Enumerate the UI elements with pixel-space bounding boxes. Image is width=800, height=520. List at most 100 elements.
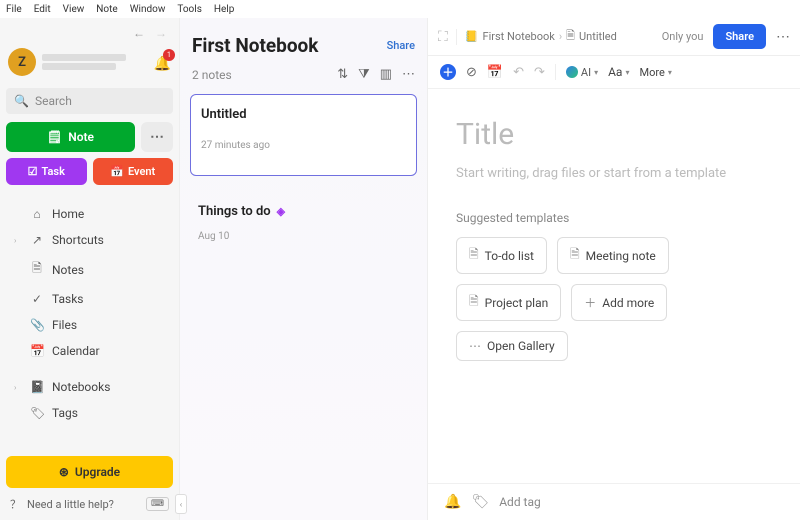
sidebar-item-tasks[interactable]: ✓ Tasks <box>6 286 173 312</box>
search-input[interactable]: 🔍 Search <box>6 88 173 114</box>
calendar-icon: 📅 <box>30 344 44 358</box>
notebook-icon: 📒 <box>465 30 479 43</box>
redo-icon[interactable]: ↷ <box>534 65 545 80</box>
notebook-icon: 📓 <box>30 380 44 394</box>
sidebar-item-label: Calendar <box>52 344 100 358</box>
note-list-item[interactable]: Things to do ◈ Aug 10 <box>188 192 419 254</box>
search-placeholder: Search <box>35 94 72 108</box>
reminder-icon[interactable]: 🔔 <box>444 494 461 510</box>
menu-file[interactable]: File <box>6 4 22 15</box>
note-list-panel: First Notebook Share 2 notes ⇅ ⧩ ▥ ⋯ Unt… <box>180 18 428 520</box>
chevron-down-icon: ▾ <box>668 68 672 77</box>
note-icon: 🗎 <box>566 27 575 46</box>
home-icon: ⌂ <box>30 207 44 221</box>
task-icon: ☑ <box>28 165 38 178</box>
template-meeting[interactable]: 🗎 Meeting note <box>557 237 669 274</box>
breadcrumb-notebook[interactable]: First Notebook <box>483 30 555 43</box>
note-item-title: Untitled <box>201 107 406 122</box>
menu-tools[interactable]: Tools <box>177 4 201 15</box>
share-notebook-link[interactable]: Share <box>387 39 415 52</box>
expand-icon[interactable]: ⛶ <box>438 29 448 45</box>
files-icon: 📎 <box>30 318 44 332</box>
tags-icon: 🏷 <box>30 406 44 420</box>
sidebar-item-label: Shortcuts <box>52 233 104 247</box>
nav-forward-icon: → <box>155 26 167 40</box>
filter-icon[interactable]: ⧩ <box>358 67 370 82</box>
tag-add-icon[interactable]: 🏷 <box>471 494 489 510</box>
sidebar-item-tags[interactable]: 🏷Tags <box>6 400 173 426</box>
more-label: More <box>639 66 664 79</box>
sidebar: ← → Z 🔔 1 🔍 Search 🗒 Note ⋯ ☑ Task 📅 Eve… <box>0 18 180 520</box>
toolbar-more-button[interactable]: More ▾ <box>639 66 671 79</box>
new-event-button[interactable]: 📅 Event <box>93 158 174 185</box>
sidebar-item-notes[interactable]: 🗎Notes <box>6 253 173 286</box>
new-note-button[interactable]: 🗒 Note <box>6 122 135 152</box>
avatar: Z <box>8 48 36 76</box>
ai-icon <box>566 66 578 78</box>
sidebar-item-label: Tasks <box>52 292 84 306</box>
editor-panel: ⛶ 📒 First Notebook › 🗎 Untitled Only you… <box>428 18 800 520</box>
menu-window[interactable]: Window <box>130 4 166 15</box>
menu-note[interactable]: Note <box>96 4 117 15</box>
template-addmore[interactable]: ＋Add more <box>571 284 667 321</box>
new-task-button[interactable]: ☑ Task <box>6 158 87 185</box>
sidebar-item-notebooks[interactable]: ›📓Notebooks <box>6 374 173 400</box>
doc-icon: 🗎 <box>570 245 580 266</box>
collapse-sidebar-button[interactable]: ‹ <box>175 494 187 514</box>
menu-edit[interactable]: Edit <box>34 4 51 15</box>
view-icon[interactable]: ▥ <box>380 67 392 82</box>
notebook-title: First Notebook <box>192 34 318 57</box>
text-style-button[interactable]: Aa ▾ <box>608 65 629 79</box>
sidebar-item-files[interactable]: 📎Files <box>6 312 173 338</box>
gallery-label: Open Gallery <box>487 339 555 353</box>
chevron-right-icon: › <box>14 383 22 392</box>
note-item-time: 27 minutes ago <box>201 140 406 151</box>
add-tag-input[interactable]: Add tag <box>499 495 541 509</box>
note-body-input[interactable]: Start writing, drag files or start from … <box>456 166 772 181</box>
search-icon: 🔍 <box>14 94 29 108</box>
plus-icon: ＋ <box>584 294 596 311</box>
note-title-input[interactable]: Title <box>456 117 772 152</box>
tasks-icon: ✓ <box>30 292 44 306</box>
sidebar-item-home[interactable]: ⌂Home <box>6 201 173 227</box>
dots-icon: ⋯ <box>469 339 481 353</box>
template-todo[interactable]: 🗎To-do list <box>456 237 547 274</box>
sidebar-item-calendar[interactable]: 📅 Calendar <box>6 338 173 364</box>
open-gallery-button[interactable]: ⋯ Open Gallery <box>456 331 568 361</box>
undo-icon[interactable]: ↶ <box>513 65 524 80</box>
help-link[interactable]: ？ Need a little help? ⌨ <box>6 488 173 514</box>
aa-label: Aa <box>608 65 622 79</box>
upgrade-icon: ⊛ <box>59 465 69 479</box>
ai-button[interactable]: AI ▾ <box>566 66 598 79</box>
new-more-button[interactable]: ⋯ <box>141 122 173 152</box>
note-more-icon[interactable]: ⋯ <box>776 29 790 45</box>
upgrade-label: Upgrade <box>75 465 120 479</box>
profile-row[interactable]: Z 🔔 1 <box>6 44 173 80</box>
template-project[interactable]: 🗎Project plan <box>456 284 561 321</box>
shortcut-badge-icon: ◈ <box>277 205 285 218</box>
menu-view[interactable]: View <box>63 4 85 15</box>
share-button[interactable]: Share <box>713 24 766 49</box>
breadcrumb-note[interactable]: Untitled <box>579 30 617 43</box>
note-list-item[interactable]: Untitled 27 minutes ago <box>190 94 417 176</box>
template-label: Project plan <box>485 296 549 310</box>
template-label: To-do list <box>485 249 534 263</box>
chevron-right-icon: › <box>14 236 22 245</box>
template-label: Meeting note <box>586 249 656 263</box>
insert-button[interactable]: ＋ <box>440 64 456 80</box>
upgrade-button[interactable]: ⊛ Upgrade <box>6 456 173 488</box>
notification-badge: 1 <box>163 49 175 61</box>
visibility-label[interactable]: Only you <box>662 30 704 43</box>
sidebar-item-label: Notes <box>52 263 84 277</box>
calendar-insert-icon[interactable]: 📅 <box>487 65 503 80</box>
more-options-icon[interactable]: ⋯ <box>402 67 415 82</box>
new-note-label: Note <box>68 130 94 144</box>
suggested-templates-label: Suggested templates <box>456 211 772 225</box>
menu-help[interactable]: Help <box>214 4 234 15</box>
task-toggle-icon[interactable]: ⊘ <box>466 65 477 80</box>
sort-icon[interactable]: ⇅ <box>337 67 348 82</box>
keyboard-icon[interactable]: ⌨ <box>146 497 169 511</box>
nav-back-icon[interactable]: ← <box>133 26 145 40</box>
sidebar-item-shortcuts[interactable]: ›↗Shortcuts <box>6 227 173 253</box>
notifications-button[interactable]: 🔔 1 <box>154 53 171 72</box>
